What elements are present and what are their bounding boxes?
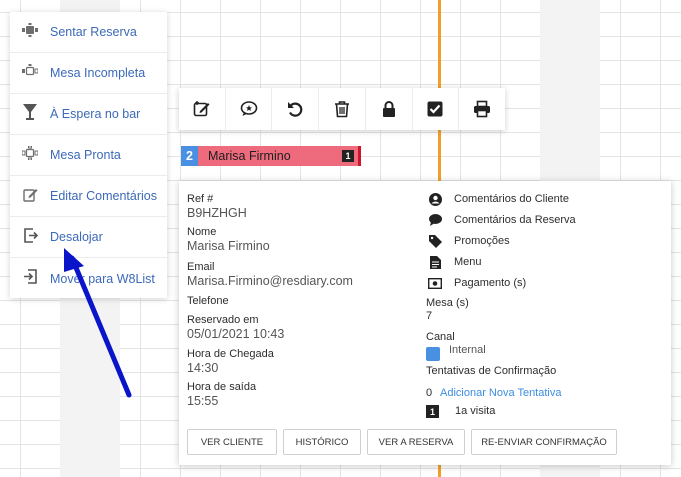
menu-item-unseat[interactable]: Desalojar bbox=[10, 217, 167, 258]
booking-toolbar bbox=[179, 88, 505, 130]
name-label: Nome bbox=[187, 226, 217, 238]
email-label: Email bbox=[187, 261, 215, 273]
move-waitlist-icon bbox=[10, 269, 50, 288]
print-icon bbox=[474, 100, 491, 118]
visit-count-badge: 1 bbox=[342, 150, 354, 162]
view-booking-button[interactable]: VER A RESERVA bbox=[367, 429, 465, 455]
visit-text: 1a visita bbox=[455, 405, 496, 417]
tag-icon bbox=[428, 234, 442, 248]
edit-note-icon bbox=[193, 101, 210, 117]
cocktail-glass-icon bbox=[10, 104, 50, 124]
promotions-link[interactable]: Promoções bbox=[428, 234, 510, 248]
ref-value: B9HZHGH bbox=[187, 206, 247, 220]
add-attempt-link[interactable]: Adicionar Nova Tentativa bbox=[440, 387, 561, 399]
confirmation-attempts-count: 0 bbox=[426, 387, 433, 399]
payments-label: Pagamento (s) bbox=[454, 277, 527, 289]
unseat-icon bbox=[10, 227, 50, 247]
lock-icon bbox=[382, 101, 395, 117]
booked-on-label: Reservado em bbox=[187, 314, 259, 326]
print-button[interactable] bbox=[459, 88, 505, 130]
menu-item-incomplete-table[interactable]: Mesa Incompleta bbox=[10, 53, 167, 94]
client-comments-link[interactable]: Comentários do Cliente bbox=[428, 192, 569, 206]
lock-button[interactable] bbox=[366, 88, 413, 130]
booked-on-value: 05/01/2021 10:43 bbox=[187, 327, 285, 341]
context-menu: Sentar Reserva Mesa Incompleta À Espera … bbox=[10, 12, 167, 298]
history-button[interactable]: HISTÓRICO bbox=[283, 429, 361, 455]
resend-confirmation-button[interactable]: RE-ENVIAR CONFIRMAÇÃO bbox=[471, 429, 617, 455]
seat-table-icon bbox=[10, 23, 50, 41]
confirmation-attempts-label: Tentativas de Confirmação bbox=[426, 365, 557, 377]
menu-item-label: Mesa Incompleta bbox=[50, 66, 146, 80]
arrival-time-label: Hora de Chegada bbox=[187, 348, 274, 360]
booking-guest-name: Marisa Firmino bbox=[198, 146, 361, 166]
ref-label: Ref # bbox=[187, 193, 214, 205]
edit-icon bbox=[10, 187, 50, 206]
view-client-button[interactable]: VER CLIENTE bbox=[187, 429, 277, 455]
undo-button[interactable] bbox=[272, 88, 320, 130]
booking-bar[interactable]: 2 Marisa Firmino 1 bbox=[181, 146, 361, 166]
name-value: Marisa Firmino bbox=[187, 239, 270, 253]
table-value: 7 bbox=[426, 310, 433, 322]
channel-label: Canal bbox=[426, 331, 455, 343]
menu-item-edit-comments[interactable]: Editar Comentários bbox=[10, 176, 167, 217]
menu-item-move-to-waitlist[interactable]: Mover para W8List bbox=[10, 258, 167, 299]
phone-label: Telefone bbox=[187, 295, 229, 307]
incomplete-table-icon bbox=[10, 64, 50, 82]
menu-item-label: Sentar Reserva bbox=[50, 25, 137, 39]
comment-icon bbox=[240, 101, 257, 116]
channel-value: Internal bbox=[449, 344, 486, 356]
payments-link[interactable]: Pagamento (s) bbox=[428, 276, 526, 290]
menu-item-label: Editar Comentários bbox=[50, 189, 157, 203]
menu-item-label: À Espera no bar bbox=[50, 107, 141, 121]
document-icon bbox=[428, 255, 442, 269]
email-value: Marisa.Firmino@resdiary.com bbox=[187, 274, 353, 288]
check-square-icon bbox=[427, 101, 443, 117]
booking-details-panel: Ref # B9HZHGH Nome Marisa Firmino Email … bbox=[179, 181, 671, 465]
delete-button[interactable] bbox=[319, 88, 366, 130]
speech-bubble-icon bbox=[428, 213, 442, 227]
comment-button[interactable] bbox=[226, 88, 273, 130]
arrival-time-value: 14:30 bbox=[187, 361, 219, 375]
user-circle-icon bbox=[428, 192, 442, 206]
menu-item-label: Desalojar bbox=[50, 230, 103, 244]
ready-table-icon bbox=[10, 145, 50, 164]
menu-label: Menu bbox=[454, 256, 482, 268]
menu-item-waiting-at-bar[interactable]: À Espera no bar bbox=[10, 94, 167, 135]
promotions-label: Promoções bbox=[454, 235, 510, 247]
client-comments-label: Comentários do Cliente bbox=[454, 193, 569, 205]
trash-icon bbox=[335, 101, 350, 118]
edit-note-button[interactable] bbox=[179, 88, 226, 130]
undo-icon bbox=[288, 102, 303, 117]
menu-item-label: Mesa Pronta bbox=[50, 148, 121, 162]
departure-time-label: Hora de saída bbox=[187, 381, 257, 393]
menu-link[interactable]: Menu bbox=[428, 255, 482, 269]
booking-comments-label: Comentários da Reserva bbox=[454, 214, 576, 226]
covers-count: 2 bbox=[181, 146, 198, 166]
menu-item-seat-booking[interactable]: Sentar Reserva bbox=[10, 12, 167, 53]
table-label: Mesa (s) bbox=[426, 297, 469, 309]
menu-item-label: Mover para W8List bbox=[50, 271, 155, 286]
visit-number-badge: 1 bbox=[426, 405, 439, 418]
departure-time-value: 15:55 bbox=[187, 394, 219, 408]
panel-actions: VER CLIENTE HISTÓRICO VER A RESERVA RE-E… bbox=[187, 429, 623, 455]
channel-color-indicator bbox=[426, 347, 440, 361]
menu-item-table-ready[interactable]: Mesa Pronta bbox=[10, 135, 167, 176]
booking-comments-link[interactable]: Comentários da Reserva bbox=[428, 213, 576, 227]
money-icon bbox=[428, 276, 442, 290]
confirm-button[interactable] bbox=[413, 88, 460, 130]
